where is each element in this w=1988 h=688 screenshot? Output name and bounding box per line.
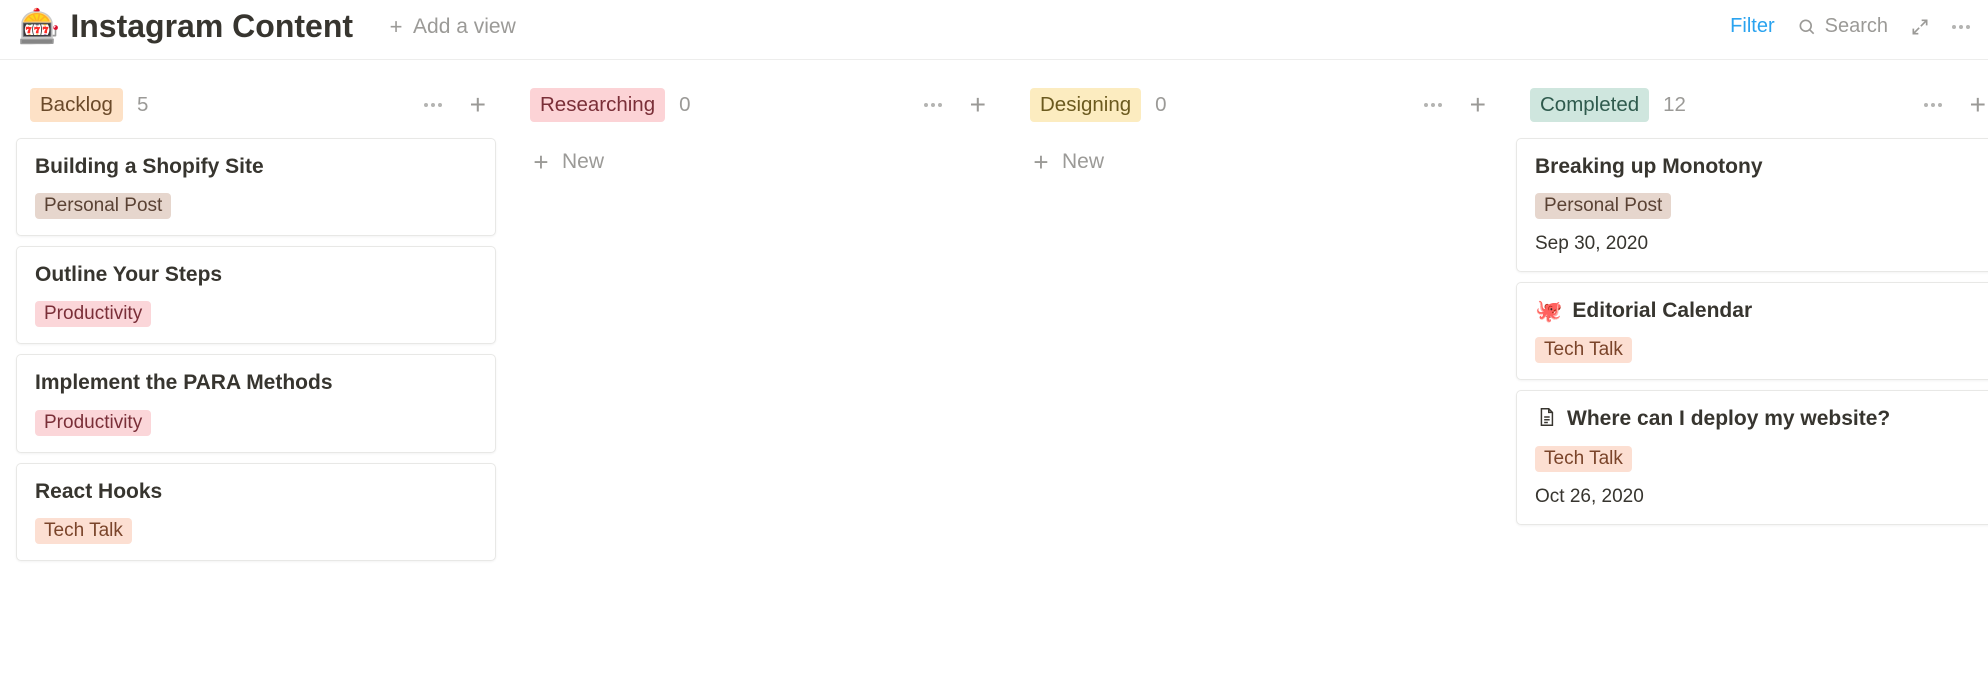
board-column: Researching 0 + + New [516, 86, 996, 186]
card-emoji-icon: 🐙 [1535, 298, 1562, 324]
column-header: Designing 0 + [1016, 86, 1496, 138]
column-add-button[interactable]: + [1470, 91, 1486, 119]
card-title: Implement the PARA Methods [35, 369, 333, 397]
card-title-row: 🐙 Editorial Calendar [1535, 297, 1977, 325]
column-menu-button[interactable] [1424, 103, 1442, 107]
card-tag-row: Productivity [35, 301, 477, 327]
card-tag-row: Tech Talk [1535, 337, 1977, 363]
page-emoji-icon[interactable]: 🎰 [18, 10, 60, 44]
card-title-row: Implement the PARA Methods [35, 369, 477, 397]
new-card-button[interactable]: + New [1016, 138, 1496, 186]
card-tag: Personal Post [1535, 193, 1671, 219]
board-card[interactable]: React Hooks Tech Talk [16, 463, 496, 561]
dots-horizontal-icon [924, 103, 942, 107]
card-title: Outline Your Steps [35, 261, 222, 289]
card-tag-row: Productivity [35, 410, 477, 436]
board-card[interactable]: Where can I deploy my website? Tech Talk O… [1516, 390, 1988, 524]
column-name-tag[interactable]: Designing [1030, 88, 1141, 122]
card-title-row: Outline Your Steps [35, 261, 477, 289]
new-card-label: New [562, 150, 604, 174]
column-add-button[interactable]: + [970, 91, 986, 119]
card-tag: Productivity [35, 301, 151, 327]
board-card[interactable]: Implement the PARA Methods Productivity [16, 354, 496, 452]
search-icon [1797, 17, 1817, 37]
card-title: Building a Shopify Site [35, 153, 264, 181]
plus-icon: + [1032, 153, 1050, 171]
card-tag: Productivity [35, 410, 151, 436]
column-menu-button[interactable] [424, 103, 442, 107]
board-card[interactable]: 🐙 Editorial Calendar Tech Talk [1516, 282, 1988, 380]
card-title-row: Where can I deploy my website? [1535, 405, 1977, 433]
add-view-button[interactable]: + Add a view [387, 15, 516, 39]
board-card[interactable]: Outline Your Steps Productivity [16, 246, 496, 344]
dots-horizontal-icon [1952, 25, 1970, 29]
column-header: Backlog 5 + [16, 86, 496, 138]
board-card[interactable]: Breaking up Monotony Personal Post Sep 30,… [1516, 138, 1988, 272]
card-title: Editorial Calendar [1572, 297, 1752, 325]
board-column: Backlog 5 + Building a Shopify Site Personal… [16, 86, 496, 571]
card-tag: Tech Talk [1535, 337, 1632, 363]
plus-icon: + [1970, 91, 1986, 119]
column-count: 0 [679, 93, 690, 117]
plus-icon: + [970, 91, 986, 119]
new-card-button[interactable]: + New [516, 138, 996, 186]
card-tag: Tech Talk [1535, 446, 1632, 472]
expand-button[interactable] [1910, 17, 1930, 37]
board-card[interactable]: Building a Shopify Site Personal Post [16, 138, 496, 236]
column-menu-button[interactable] [924, 103, 942, 107]
card-tag-row: Personal Post [1535, 193, 1977, 219]
card-tag-row: Tech Talk [1535, 446, 1977, 472]
column-count: 0 [1155, 93, 1166, 117]
dots-horizontal-icon [424, 103, 442, 107]
plus-icon: + [470, 91, 486, 119]
column-count: 5 [137, 93, 148, 117]
title-wrap: 🎰 Instagram Content [18, 8, 353, 45]
filter-button[interactable]: Filter [1730, 15, 1774, 38]
column-count: 12 [1663, 93, 1686, 117]
kanban-board: Backlog 5 + Building a Shopify Site Personal… [0, 60, 1988, 571]
top-bar: 🎰 Instagram Content + Add a view Filter … [0, 0, 1988, 60]
column-add-button[interactable]: + [1970, 91, 1986, 119]
dots-horizontal-icon [1424, 103, 1442, 107]
card-title: Breaking up Monotony [1535, 153, 1763, 181]
page-title[interactable]: Instagram Content [70, 8, 353, 45]
column-header: Completed 12 + [1516, 86, 1988, 138]
card-title-row: Breaking up Monotony [1535, 153, 1977, 181]
card-date: Oct 26, 2020 [1535, 486, 1977, 508]
card-tag: Personal Post [35, 193, 171, 219]
dots-horizontal-icon [1924, 103, 1942, 107]
card-tag: Tech Talk [35, 518, 132, 544]
plus-icon: + [532, 153, 550, 171]
add-view-label: Add a view [413, 15, 516, 39]
card-tag-row: Tech Talk [35, 518, 477, 544]
column-header: Researching 0 + [516, 86, 996, 138]
top-actions: Filter Search [1730, 15, 1970, 38]
column-name-tag[interactable]: Completed [1530, 88, 1649, 122]
card-title-row: React Hooks [35, 478, 477, 506]
search-button[interactable]: Search [1797, 15, 1888, 38]
plus-icon: + [1470, 91, 1486, 119]
page-icon [1535, 406, 1557, 433]
expand-icon [1910, 17, 1930, 37]
search-label: Search [1825, 15, 1888, 38]
board-column: Designing 0 + + New [1016, 86, 1496, 186]
card-tag-row: Personal Post [35, 193, 477, 219]
plus-icon: + [387, 18, 405, 36]
more-button[interactable] [1952, 25, 1970, 29]
card-title: Where can I deploy my website? [1567, 405, 1890, 433]
column-menu-button[interactable] [1924, 103, 1942, 107]
card-date: Sep 30, 2020 [1535, 233, 1977, 255]
column-name-tag[interactable]: Backlog [30, 88, 123, 122]
card-title: React Hooks [35, 478, 162, 506]
board-column: Completed 12 + Breaking up Monotony Personal… [1516, 86, 1988, 535]
column-name-tag[interactable]: Researching [530, 88, 665, 122]
new-card-label: New [1062, 150, 1104, 174]
column-add-button[interactable]: + [470, 91, 486, 119]
card-title-row: Building a Shopify Site [35, 153, 477, 181]
